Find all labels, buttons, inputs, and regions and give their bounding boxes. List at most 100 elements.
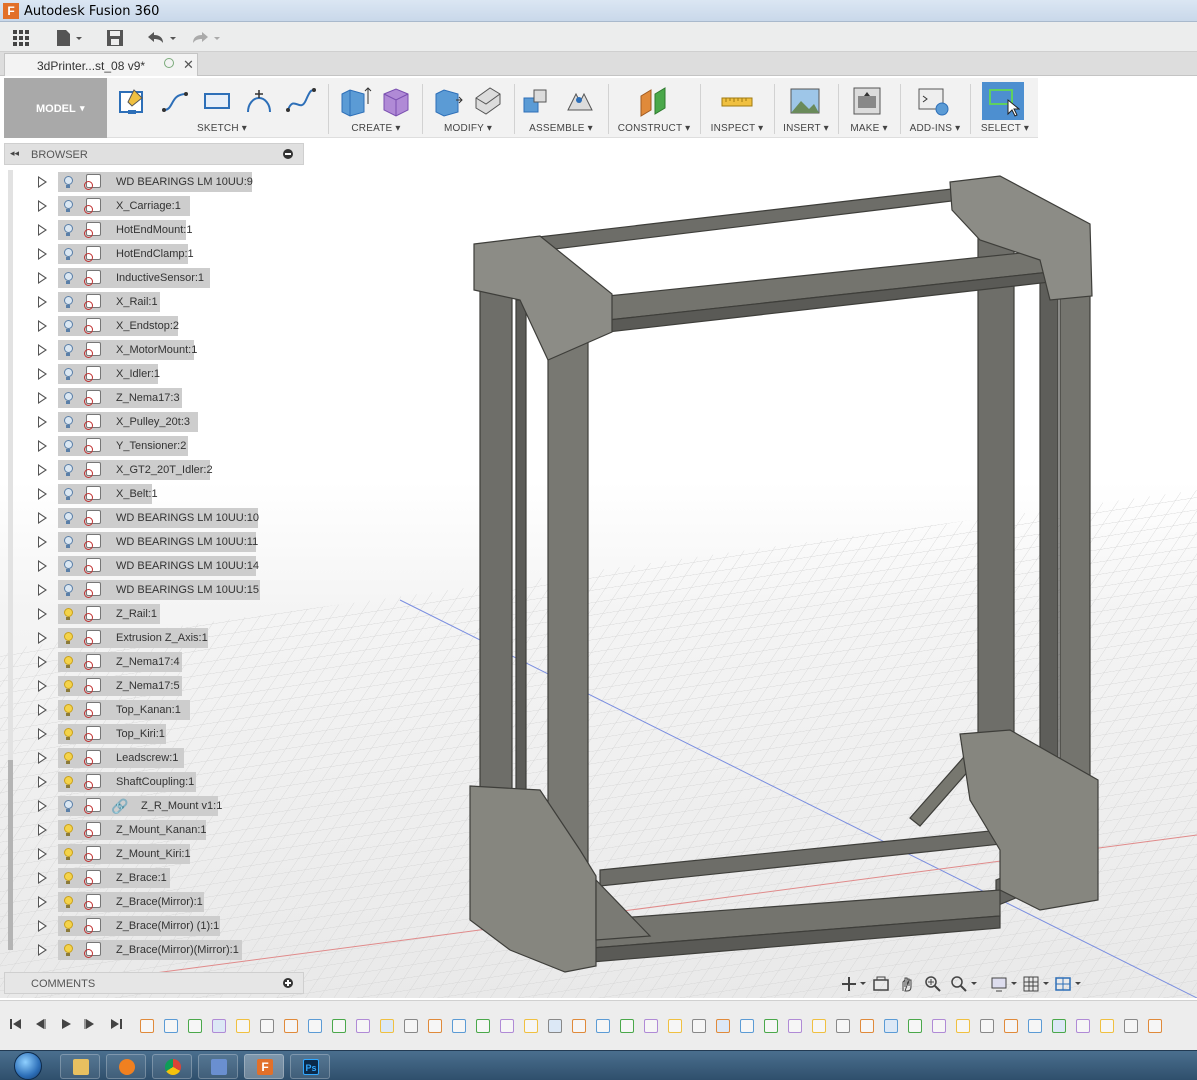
toolbar-group-create[interactable]: CREATE ▾	[332, 78, 420, 138]
timeline-feature-icon[interactable]	[1052, 1019, 1066, 1033]
visibility-bulb-icon[interactable]	[64, 800, 73, 812]
timeline-feature-icon[interactable]	[308, 1019, 322, 1033]
visibility-bulb-icon[interactable]	[64, 776, 73, 788]
visibility-bulb-icon[interactable]	[64, 440, 73, 452]
timeline-feature-icon[interactable]	[380, 1019, 394, 1033]
browser-item[interactable]: Top_Kanan:1	[0, 698, 300, 722]
document-tab[interactable]: 3dPrinter...st_08 v9* ✕	[4, 53, 198, 76]
timeline-feature-icon[interactable]	[692, 1019, 706, 1033]
browser-item[interactable]: X_Endstop:2	[0, 314, 300, 338]
timeline-feature-icon[interactable]	[860, 1019, 874, 1033]
timeline-feature-icon[interactable]	[548, 1019, 562, 1033]
browser-item[interactable]: ShaftCoupling:1	[0, 770, 300, 794]
browser-item[interactable]: Top_Kiri:1	[0, 722, 300, 746]
browser-item[interactable]: Z_Nema17:4	[0, 650, 300, 674]
visibility-bulb-icon[interactable]	[64, 224, 73, 236]
toolbar-group-addins[interactable]: ADD-INS ▾	[902, 78, 968, 138]
toolbar-group-assemble[interactable]: ASSEMBLE ▾	[516, 78, 606, 138]
visibility-bulb-icon[interactable]	[64, 416, 73, 428]
visibility-bulb-icon[interactable]	[64, 584, 73, 596]
undo-icon[interactable]	[144, 27, 178, 49]
toolbar-group-modify[interactable]: MODIFY ▾	[424, 78, 512, 138]
browser-panel-header[interactable]: ◂◂ BROWSER	[4, 143, 304, 165]
expand-arrow-icon[interactable]	[38, 248, 47, 260]
expand-arrow-icon[interactable]	[38, 656, 47, 668]
visibility-bulb-icon[interactable]	[64, 728, 73, 740]
expand-arrow-icon[interactable]	[38, 296, 47, 308]
timeline-feature-icon[interactable]	[740, 1019, 754, 1033]
expand-arrow-icon[interactable]	[38, 416, 47, 428]
timeline-feature-icon[interactable]	[644, 1019, 658, 1033]
browser-item[interactable]: X_Belt:1	[0, 482, 300, 506]
browser-item[interactable]: Z_Brace(Mirror):1	[0, 890, 300, 914]
timeline-feature-icon[interactable]	[476, 1019, 490, 1033]
expand-arrow-icon[interactable]	[38, 584, 47, 596]
step-forward-icon[interactable]	[84, 1018, 96, 1030]
taskbar-fusion-360[interactable]: F	[244, 1054, 284, 1079]
browser-item[interactable]: Z_Nema17:5	[0, 674, 300, 698]
visibility-bulb-icon[interactable]	[64, 656, 73, 668]
timeline-feature-icon[interactable]	[260, 1019, 274, 1033]
scrollbar-thumb[interactable]	[8, 760, 13, 950]
expand-arrow-icon[interactable]	[38, 536, 47, 548]
expand-arrow-icon[interactable]	[38, 320, 47, 332]
timeline-feature-icon[interactable]	[404, 1019, 418, 1033]
expand-arrow-icon[interactable]	[38, 608, 47, 620]
visibility-bulb-icon[interactable]	[64, 272, 73, 284]
collapse-panel-icon[interactable]: ◂◂	[10, 148, 19, 159]
browser-item[interactable]: X_Carriage:1	[0, 194, 300, 218]
scripts-addins-icon[interactable]	[916, 84, 950, 118]
joint-icon[interactable]	[562, 84, 596, 118]
browser-item[interactable]: WD BEARINGS LM 10UU:9	[0, 170, 300, 194]
timeline-feature-icon[interactable]	[812, 1019, 826, 1033]
timeline-feature-icon[interactable]	[932, 1019, 946, 1033]
visibility-bulb-icon[interactable]	[64, 680, 73, 692]
rectangle-icon[interactable]	[200, 84, 234, 118]
timeline-feature-icon[interactable]	[884, 1019, 898, 1033]
taskbar-media-player[interactable]	[106, 1054, 146, 1079]
expand-arrow-icon[interactable]	[38, 872, 47, 884]
expand-arrow-icon[interactable]	[38, 176, 47, 188]
press-pull-icon[interactable]	[430, 84, 464, 118]
expand-arrow-icon[interactable]	[38, 224, 47, 236]
extrude-icon[interactable]	[338, 84, 372, 118]
offset-plane-icon[interactable]	[637, 84, 671, 118]
expand-arrow-icon[interactable]	[38, 680, 47, 692]
visibility-bulb-icon[interactable]	[64, 296, 73, 308]
timeline-feature-icon[interactable]	[1076, 1019, 1090, 1033]
timeline-feature-icon[interactable]	[980, 1019, 994, 1033]
expand-arrow-icon[interactable]	[38, 272, 47, 284]
measure-icon[interactable]	[720, 84, 754, 118]
browser-item[interactable]: InductiveSensor:1	[0, 266, 300, 290]
browser-item[interactable]: 🔗 Z_R_Mount v1:1	[0, 794, 300, 818]
timeline-feature-icon[interactable]	[596, 1019, 610, 1033]
expand-arrow-icon[interactable]	[38, 704, 47, 716]
browser-item[interactable]: X_Pulley_20t:3	[0, 410, 300, 434]
browser-item[interactable]: X_Rail:1	[0, 290, 300, 314]
timeline-feature-icon[interactable]	[212, 1019, 226, 1033]
play-icon[interactable]	[60, 1018, 72, 1030]
visibility-bulb-icon[interactable]	[64, 704, 73, 716]
visibility-bulb-icon[interactable]	[64, 632, 73, 644]
browser-item[interactable]: X_GT2_20T_Idler:2	[0, 458, 300, 482]
comments-panel-header[interactable]: COMMENTS	[4, 972, 304, 994]
timeline-feature-icon[interactable]	[956, 1019, 970, 1033]
timeline-feature-icon[interactable]	[764, 1019, 778, 1033]
display-settings-icon[interactable]	[990, 975, 1018, 993]
file-icon[interactable]	[54, 27, 84, 49]
browser-item[interactable]: Y_Tensioner:2	[0, 434, 300, 458]
orbit-icon[interactable]	[840, 975, 866, 993]
timeline-feature-icon[interactable]	[332, 1019, 346, 1033]
timeline-feature-icon[interactable]	[236, 1019, 250, 1033]
browser-item[interactable]: Z_Brace(Mirror) (1):1	[0, 914, 300, 938]
taskbar-explorer[interactable]	[60, 1054, 100, 1079]
visibility-bulb-icon[interactable]	[64, 320, 73, 332]
browser-item[interactable]: Z_Brace(Mirror)(Mirror):1	[0, 938, 300, 962]
expand-arrow-icon[interactable]	[38, 944, 47, 956]
expand-arrow-icon[interactable]	[38, 464, 47, 476]
timeline-feature-icon[interactable]	[428, 1019, 442, 1033]
go-to-end-icon[interactable]	[110, 1018, 122, 1030]
timeline-feature-icon[interactable]	[500, 1019, 514, 1033]
taskbar-chrome[interactable]	[152, 1054, 192, 1079]
expand-arrow-icon[interactable]	[38, 632, 47, 644]
